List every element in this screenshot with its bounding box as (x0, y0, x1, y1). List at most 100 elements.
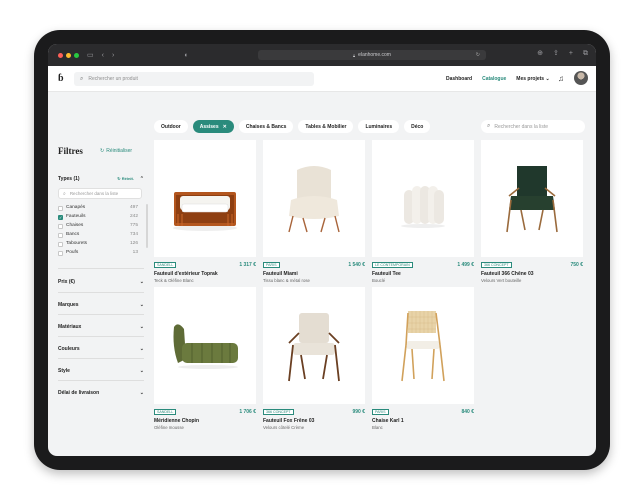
product-image-outdoor-armchair[interactable] (154, 140, 256, 257)
nav-projects[interactable]: Mes projets ⌄ (516, 76, 549, 82)
reset-icon: ↻ (100, 148, 105, 154)
section-label: Couleurs (58, 346, 80, 352)
lock-icon: 🔒︎ (353, 52, 356, 58)
search-icon: ⌕ (487, 123, 491, 129)
chevron-down-icon: ⌄ (139, 324, 144, 330)
delivery-section-header[interactable]: Délai de livraison ⌄ (58, 390, 144, 396)
type-option-tabourets[interactable]: Tabourets 126 (58, 241, 138, 249)
nav-catalogue[interactable]: Catalogue (482, 76, 506, 82)
product-image-pouf-armchair[interactable] (372, 140, 474, 257)
window-controls[interactable] (58, 52, 79, 58)
product-card[interactable]: PARIS 1 540 € Fauteuil Miami Tissu blanc… (263, 140, 365, 283)
style-section-header[interactable]: Style ⌄ (58, 368, 144, 374)
brand-badge: 366 CONCEPT (263, 409, 294, 415)
minimize-dot-icon[interactable] (66, 52, 71, 58)
chevron-up-icon: ⌃ (139, 176, 144, 182)
chip-outdoor[interactable]: Outdoor (154, 120, 188, 133)
types-reset-button[interactable]: ↻ Réinit. (117, 176, 134, 181)
product-price: 1 706 € (239, 409, 256, 415)
product-description: Velours côtelé Crème (263, 425, 305, 430)
share-icon[interactable]: ⇪ (553, 50, 559, 57)
checkbox[interactable] (58, 206, 63, 211)
search-icon: ⌕ (80, 75, 84, 82)
list-search-input[interactable]: ⌕ Rechercher dans la liste (481, 120, 585, 133)
type-label: Chaises (66, 223, 84, 228)
product-name[interactable]: Fauteuil Tee (372, 271, 401, 277)
section-label: Marques (58, 302, 79, 308)
shield-icon[interactable]: ◐ (184, 52, 188, 59)
chevron-down-icon: ⌄ (139, 302, 144, 308)
type-option-poufs[interactable]: Poufs 13 (58, 250, 138, 258)
url-text: elanhome.com (358, 52, 391, 58)
product-image-sherpa-armchair[interactable] (263, 140, 365, 257)
bell-icon[interactable]: ♫ (558, 74, 564, 83)
type-count: 126 (129, 241, 138, 246)
maximize-dot-icon[interactable] (74, 52, 79, 58)
chip-tables-mobilier[interactable]: Tables & Mobilier (298, 120, 354, 133)
product-name[interactable]: Fauteuil Miami (263, 271, 298, 277)
type-option-fauteuils[interactable]: Fauteuils 242 (58, 214, 138, 222)
product-card[interactable]: SANDELL 1 706 € Méridienne Chopin Oléfin… (154, 287, 256, 430)
nav-dashboard[interactable]: Dashboard (446, 76, 472, 82)
product-description: Velours Vert bouteille (481, 278, 522, 283)
types-scrollbar[interactable] (146, 204, 148, 248)
chip-assises[interactable]: Assises ✕ (192, 120, 234, 133)
product-card[interactable]: PARIS 840 € Chaise Karl 1 Blanc (372, 287, 474, 430)
product-name[interactable]: Fauteuil Fox Frêne 03 (263, 418, 314, 424)
new-tab-icon[interactable]: + (569, 50, 573, 57)
product-description: Tissu blanc & métal rose (263, 278, 310, 283)
divider (58, 380, 144, 381)
section-label: Matériaux (58, 324, 82, 330)
brand-badge: 366 CONCEPT (481, 262, 512, 268)
back-icon[interactable]: ‹ (102, 52, 104, 59)
product-image-fox-armchair[interactable] (263, 287, 365, 404)
product-card[interactable]: 366 CONCEPT 750 € Fauteuil 366 Chêne 03 … (481, 140, 583, 283)
reset-all-button[interactable]: ↻ Réinitialiser (100, 148, 132, 154)
download-icon[interactable]: ⊕ (537, 50, 543, 57)
reset-icon: ↻ (117, 176, 121, 181)
type-option-canapes[interactable]: Canapés 497 (58, 205, 138, 213)
product-name[interactable]: Fauteuil d'extérieur Toprak (154, 271, 218, 277)
product-image-cane-chair[interactable] (372, 287, 474, 404)
sidebar-toggle-icon[interactable]: ▭ (87, 52, 94, 59)
chip-assises-label: Assises (199, 123, 219, 130)
close-dot-icon[interactable] (58, 52, 63, 58)
chip-luminaires[interactable]: Luminaires (358, 120, 400, 133)
checkbox[interactable] (58, 251, 63, 256)
checkbox-checked[interactable] (58, 215, 63, 220)
tabs-icon[interactable]: ⧉ (583, 50, 588, 57)
brand-logo[interactable]: ɓ (58, 73, 64, 84)
product-search-input[interactable]: ⌕ Rechercher un produit (74, 72, 314, 86)
brands-section-header[interactable]: Marques ⌄ (58, 302, 144, 308)
chip-deco[interactable]: Déco (404, 120, 431, 133)
product-name[interactable]: Méridienne Chopin (154, 418, 199, 424)
price-section-header[interactable]: Prix (€) ⌄ (58, 279, 144, 285)
type-option-bancs[interactable]: Bancs 734 (58, 232, 138, 240)
product-name[interactable]: Chaise Karl 1 (372, 418, 404, 424)
type-count: 242 (129, 214, 138, 219)
checkbox[interactable] (58, 233, 63, 238)
types-section-header[interactable]: Types (1) ↻ Réinit. ⌃ (58, 176, 144, 182)
materials-section-header[interactable]: Matériaux ⌄ (58, 324, 144, 330)
checkbox[interactable] (58, 224, 63, 229)
url-bar[interactable]: 🔒︎ elanhome.com ↻ (258, 50, 486, 60)
types-search-input[interactable]: ⌕ Rechercher dans la liste (58, 188, 142, 199)
product-image-green-lounger[interactable] (154, 287, 256, 404)
product-card[interactable]: LE CONTEMPORAIN 1 499 € Fauteuil Tee Bou… (372, 140, 474, 283)
tablet-frame: ▭ ‹ › ◐ 🔒︎ elanhome.com ↻ ⊕ ⇪ + ⧉ ɓ ⌕ Re… (34, 30, 610, 470)
product-card[interactable]: 366 CONCEPT 990 € Fauteuil Fox Frêne 03 … (263, 287, 365, 430)
brand-badge: LE CONTEMPORAIN (372, 262, 413, 268)
avatar[interactable] (574, 71, 588, 85)
list-search-placeholder: Rechercher dans la liste (494, 123, 549, 130)
product-card[interactable]: SANDELL 1 317 € Fauteuil d'extérieur Top… (154, 140, 256, 283)
product-name[interactable]: Fauteuil 366 Chêne 03 (481, 271, 534, 277)
type-count: 775 (129, 223, 138, 228)
product-image-green-armchair[interactable] (481, 140, 583, 257)
type-option-chaises[interactable]: Chaises 775 (58, 223, 138, 231)
colors-section-header[interactable]: Couleurs ⌄ (58, 346, 144, 352)
reload-icon[interactable]: ↻ (476, 52, 480, 58)
close-icon[interactable]: ✕ (223, 124, 227, 130)
forward-icon[interactable]: › (112, 52, 114, 59)
chip-chaises-bancs[interactable]: Chaises & Bancs (238, 120, 294, 133)
checkbox[interactable] (58, 242, 63, 247)
